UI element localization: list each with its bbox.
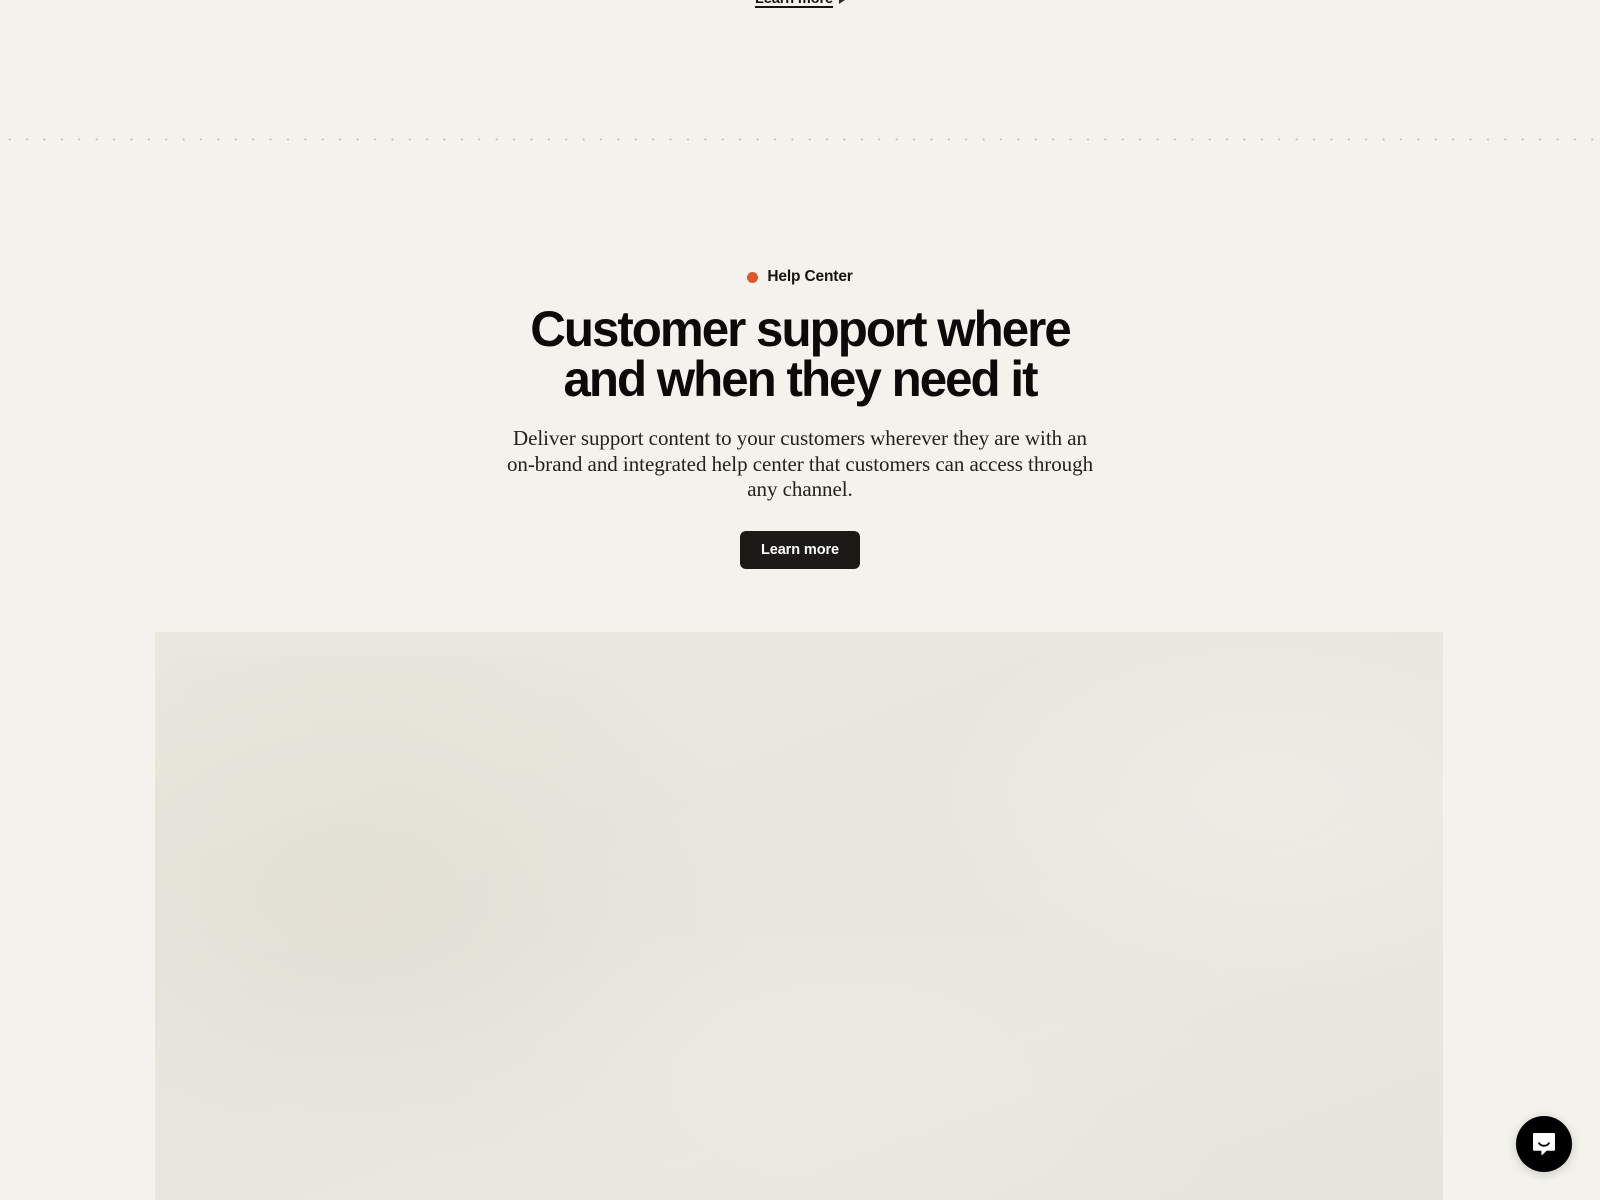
chat-bubble-icon	[1531, 1131, 1557, 1157]
messenger-launcher-button[interactable]	[1516, 1116, 1572, 1172]
hero-subtitle: Deliver support content to your customer…	[506, 426, 1094, 501]
product-screenshot-panel	[155, 632, 1443, 1200]
hero-section: Help Center Customer support where and w…	[0, 0, 1600, 569]
learn-more-button[interactable]: Learn more	[740, 530, 860, 569]
hero-eyebrow: Help Center	[747, 267, 853, 287]
page-title: Customer support where and when they nee…	[530, 301, 1072, 407]
panel-gradient-wash-bottom	[464, 938, 1237, 1200]
orange-dot-icon	[747, 271, 759, 283]
hero-eyebrow-label: Help Center	[767, 268, 853, 286]
